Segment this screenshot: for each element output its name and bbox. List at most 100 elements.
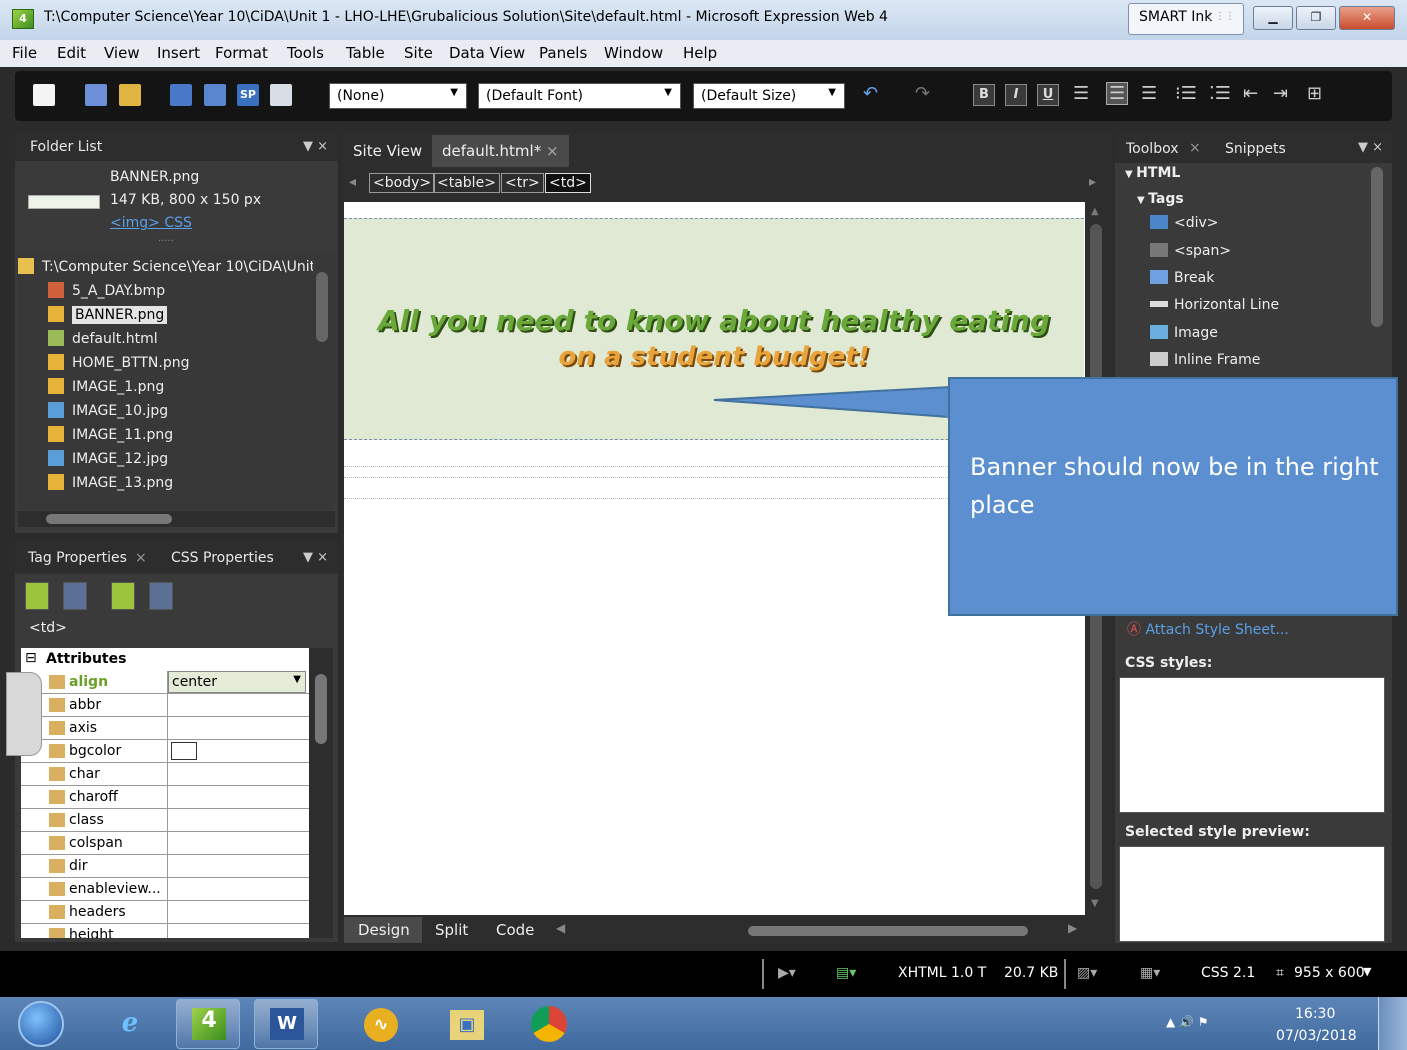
file-item[interactable]: IMAGE_13.png (48, 474, 173, 496)
taskbar-chrome[interactable] (516, 999, 580, 1049)
menu-tools[interactable]: Tools (287, 44, 324, 62)
attribute-row[interactable]: height (21, 924, 309, 938)
scroll-down-icon[interactable]: ▼ (1091, 898, 1099, 909)
tab-tag-properties[interactable]: Tag Properties (28, 550, 127, 566)
open-folder-icon[interactable] (119, 84, 141, 106)
show-desktop-button[interactable] (1378, 997, 1407, 1050)
taskbar-internet-explorer[interactable]: e (98, 999, 162, 1049)
attribute-row[interactable]: align center ▼ (21, 671, 309, 694)
tab-split[interactable]: Split (435, 921, 468, 939)
scroll-up-icon[interactable]: ▲ (1091, 206, 1099, 217)
align-left-icon[interactable]: ☰ (1073, 83, 1089, 104)
align-center-icon[interactable]: ☰ (1105, 82, 1129, 105)
crumb-table[interactable]: <table> (433, 173, 500, 193)
decrease-indent-icon[interactable]: ⇤ (1243, 83, 1258, 104)
font-combo[interactable]: (Default Font) ▼ (478, 83, 681, 109)
save-all-icon[interactable] (204, 84, 226, 106)
tab-design[interactable]: Design (358, 921, 410, 939)
file-item[interactable]: IMAGE_12.jpg (48, 450, 168, 472)
bullet-list-icon[interactable]: ⁚☰ (1209, 83, 1231, 104)
page-dimensions-label[interactable]: 955 x 600 (1294, 965, 1365, 981)
horizontal-scrollbar[interactable] (18, 511, 335, 527)
tool-horizontal-line[interactable]: Horizontal Line (1150, 297, 1279, 319)
menu-data-view[interactable]: Data View (449, 44, 525, 62)
file-item[interactable]: 5_A_DAY.bmp (48, 282, 165, 304)
attribute-row[interactable]: charoff (21, 786, 309, 809)
crumb-td[interactable]: <td> (545, 173, 591, 193)
collapse-icon[interactable]: ⊟ (25, 650, 37, 666)
file-item[interactable]: IMAGE_1.png (48, 378, 164, 400)
menu-site[interactable]: Site (404, 44, 433, 62)
root-folder[interactable]: T:\Computer Science\Year 10\CiDA\Unit (18, 258, 313, 275)
menu-file[interactable]: File (12, 44, 37, 62)
taskbar-word[interactable]: W (254, 999, 318, 1049)
css-styles-list[interactable] (1119, 677, 1385, 813)
tab-code[interactable]: Code (496, 921, 534, 939)
menu-help[interactable]: Help (683, 44, 717, 62)
new-file-icon[interactable] (85, 84, 107, 106)
chevron-right-icon[interactable]: ▶ (1068, 921, 1077, 935)
horizontal-scrollbar-thumb[interactable] (748, 926, 1028, 936)
categorized-view-icon[interactable] (25, 582, 49, 610)
preview-links[interactable]: <img> CSS (110, 215, 192, 231)
tags-section[interactable]: ▼ Tags (1137, 191, 1184, 207)
attribute-row[interactable]: colspan (21, 832, 309, 855)
align-right-icon[interactable]: ☰ (1141, 83, 1157, 104)
menu-table[interactable]: Table (346, 44, 385, 62)
tab-default-html[interactable]: default.html* × (432, 135, 569, 167)
file-item[interactable]: HOME_BTTN.png (48, 354, 190, 376)
taskbar-smart-notebook[interactable]: ∿ (348, 999, 412, 1049)
color-swatch[interactable] (171, 742, 197, 760)
taskbar-expression-web[interactable]: 4 (176, 999, 240, 1049)
bold-button[interactable]: B (973, 84, 995, 106)
tab-close-icon[interactable]: × (1189, 140, 1201, 156)
tool-break[interactable]: Break (1150, 270, 1214, 292)
start-button[interactable] (18, 1001, 64, 1047)
maximize-button[interactable]: ❐ (1296, 6, 1336, 30)
crumb-tr[interactable]: <tr> (501, 173, 544, 193)
chevron-left-icon[interactable]: ◂ (349, 174, 356, 190)
numbered-list-icon[interactable]: ⁝☰ (1175, 83, 1197, 104)
new-page-icon[interactable] (33, 84, 55, 106)
close-button[interactable]: ✕ (1339, 6, 1395, 30)
taskbar-file-explorer[interactable]: ▣ (434, 999, 498, 1049)
italic-button[interactable]: I (1005, 84, 1027, 106)
show-set-properties-icon[interactable] (111, 582, 135, 610)
increase-indent-icon[interactable]: ⇥ (1273, 83, 1288, 104)
menu-view[interactable]: View (104, 44, 140, 62)
css-report-icon[interactable]: ▦▾ (1140, 965, 1160, 981)
sort-alpha-icon[interactable] (63, 582, 87, 610)
side-flyout-handle[interactable] (6, 672, 42, 756)
file-item[interactable]: IMAGE_11.png (48, 426, 173, 448)
close-icon[interactable]: × (546, 142, 559, 160)
scrollbar-thumb[interactable] (46, 514, 172, 524)
doctype-label[interactable]: XHTML 1.0 T (898, 965, 986, 981)
sharepoint-icon[interactable]: SP (237, 84, 259, 106)
crumb-body[interactable]: <body> (369, 173, 436, 193)
attribute-row[interactable]: char (21, 763, 309, 786)
clock-date[interactable]: 07/03/2018 (1276, 1028, 1357, 1044)
attribute-row[interactable]: class (21, 809, 309, 832)
chevron-left-icon[interactable]: ◀ (556, 921, 565, 935)
css-version-label[interactable]: CSS 2.1 (1201, 965, 1255, 981)
attribute-row[interactable]: dir (21, 855, 309, 878)
file-item[interactable]: default.html (48, 330, 158, 352)
menu-panels[interactable]: Panels (539, 44, 587, 62)
pin-close-icon[interactable]: ▼ × (303, 550, 328, 565)
pin-close-icon[interactable]: ▼ × (303, 139, 328, 154)
html-section[interactable]: ▼ HTML (1125, 165, 1180, 181)
splitter-dots[interactable]: ..... (158, 233, 174, 244)
scrollbar-thumb[interactable] (1371, 167, 1383, 327)
chevron-right-icon[interactable]: ▸ (1089, 174, 1096, 190)
attribute-row[interactable]: abbr (21, 694, 309, 717)
attribute-row[interactable]: axis (21, 717, 309, 740)
tab-css-properties[interactable]: CSS Properties (171, 550, 274, 566)
visual-aids-icon[interactable]: ▶▾ (778, 965, 796, 981)
property-pages-icon[interactable] (149, 582, 173, 610)
tab-toolbox[interactable]: Toolbox (1126, 141, 1179, 157)
tool-inline-frame[interactable]: Inline Frame (1150, 352, 1260, 374)
menu-edit[interactable]: Edit (57, 44, 86, 62)
page-size-icon[interactable]: ▤▾ (836, 965, 856, 981)
size-combo[interactable]: (Default Size) ▼ (693, 83, 845, 109)
tab-snippets[interactable]: Snippets (1225, 141, 1286, 157)
